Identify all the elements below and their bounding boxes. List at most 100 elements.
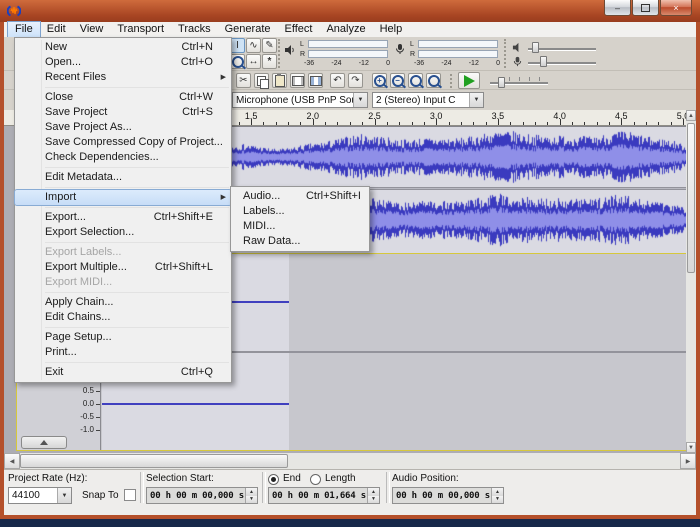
menubar-item-effect[interactable]: Effect xyxy=(278,22,320,37)
trim-audio-button[interactable] xyxy=(290,73,305,88)
submenu-arrow-icon: ▶ xyxy=(221,70,226,85)
redo-button[interactable]: ↷ xyxy=(348,73,363,88)
zoom-out-button[interactable]: − xyxy=(390,73,405,88)
ruler-tick xyxy=(461,122,462,125)
selection-end-timebox[interactable]: 00 h 00 m 01,664 s ▲▼ xyxy=(268,487,380,504)
snap-to-checkbox[interactable] xyxy=(124,489,136,501)
close-button[interactable]: × xyxy=(660,0,692,16)
audio-position-timebox[interactable]: 00 h 00 m 00,000 s ▲▼ xyxy=(392,487,504,504)
time-spinner[interactable]: ▲▼ xyxy=(367,488,379,503)
vertical-scrollbar[interactable]: ▲ ▼ xyxy=(686,110,696,453)
file-menu-item-recent-files[interactable]: Recent Files▶ xyxy=(15,70,231,85)
scroll-down-button[interactable]: ▼ xyxy=(686,442,696,453)
file-menu-item-page-setup[interactable]: Page Setup... xyxy=(15,330,231,345)
paste-button[interactable] xyxy=(272,73,287,88)
menubar-item-transport[interactable]: Transport xyxy=(110,22,171,37)
file-menu-item-export-selection[interactable]: Export Selection... xyxy=(15,225,231,240)
undo-button[interactable]: ↶ xyxy=(330,73,345,88)
import-menu-item-audio[interactable]: Audio...Ctrl+Shift+I xyxy=(231,189,369,204)
playback-speed-slider-thumb[interactable] xyxy=(498,77,505,88)
zoom-tool-button[interactable] xyxy=(230,54,245,69)
selection-end-time: 00 h 00 m 01,664 s xyxy=(269,488,367,503)
file-menu-item-open[interactable]: Open...Ctrl+O xyxy=(15,55,231,70)
zoom-in-button[interactable]: + xyxy=(372,73,387,88)
copy-button[interactable] xyxy=(254,73,269,88)
menubar-item-edit[interactable]: Edit xyxy=(40,22,73,37)
menubar-item-file[interactable]: File xyxy=(8,22,40,37)
multi-tool-button[interactable]: * xyxy=(262,54,277,69)
scroll-left-button[interactable]: ◀ xyxy=(4,453,20,469)
recording-meter-left-bar[interactable] xyxy=(418,40,498,48)
file-menu-item-print[interactable]: Print... xyxy=(15,345,231,360)
fit-project-button[interactable] xyxy=(426,73,441,88)
menubar-item-view[interactable]: View xyxy=(73,22,111,37)
scroll-up-button[interactable]: ▲ xyxy=(686,110,696,121)
end-radio[interactable] xyxy=(268,474,279,485)
draw-tool-button[interactable]: ✎ xyxy=(262,38,277,53)
file-menu-item-edit-metadata[interactable]: Edit Metadata... xyxy=(15,170,231,185)
selection-tool-button[interactable]: I xyxy=(230,38,245,53)
recording-meter-right-bar[interactable] xyxy=(418,50,498,58)
menubar-item-tracks[interactable]: Tracks xyxy=(171,22,218,37)
file-menu-item-apply-chain[interactable]: Apply Chain... xyxy=(15,295,231,310)
track-collapse-button[interactable] xyxy=(21,436,67,449)
import-menu-item-midi[interactable]: MIDI... xyxy=(231,219,369,234)
input-channels-dropdown[interactable]: 2 (Stereo) Input C ▼ xyxy=(372,92,484,108)
menu-item-shortcut: Ctrl+O xyxy=(171,55,213,70)
transcription-toolbar-grip[interactable] xyxy=(450,74,455,88)
fit-selection-button[interactable] xyxy=(408,73,423,88)
menu-item-label: MIDI... xyxy=(243,219,361,234)
minimize-button[interactable]: – xyxy=(604,0,631,16)
play-at-speed-button[interactable] xyxy=(458,72,480,89)
vertical-scroll-thumb[interactable] xyxy=(687,123,695,273)
length-radio[interactable] xyxy=(310,474,321,485)
meter-toolbar-grip[interactable] xyxy=(278,39,283,68)
file-menu-item-export[interactable]: Export...Ctrl+Shift+E xyxy=(15,210,231,225)
copy-icon xyxy=(257,76,266,86)
scroll-right-button[interactable]: ▶ xyxy=(680,453,696,469)
ruler-tick xyxy=(387,122,388,125)
output-volume-slider-thumb[interactable] xyxy=(532,42,539,53)
menubar-item-help[interactable]: Help xyxy=(373,22,410,37)
file-menu-item-export-midi[interactable]: Export MIDI... xyxy=(15,275,231,290)
menu-item-label: Close xyxy=(45,90,169,105)
file-menu-item-import[interactable]: Import▶ xyxy=(15,190,231,205)
file-menu-item-save-compressed-copy-of-project[interactable]: Save Compressed Copy of Project... xyxy=(15,135,231,150)
file-menu-item-check-dependencies[interactable]: Check Dependencies... xyxy=(15,150,231,165)
end-radio-label[interactable]: End xyxy=(283,473,301,484)
time-spinner[interactable]: ▲▼ xyxy=(491,488,503,503)
file-menu-item-edit-chains[interactable]: Edit Chains... xyxy=(15,310,231,325)
menubar-item-analyze[interactable]: Analyze xyxy=(319,22,372,37)
playback-meter-left-bar[interactable] xyxy=(308,40,388,48)
file-menu-item-exit[interactable]: ExitCtrl+Q xyxy=(15,365,231,380)
timeshift-tool-button[interactable]: ↔ xyxy=(246,54,261,69)
silence-audio-button[interactable] xyxy=(308,73,323,88)
file-menu-item-export-multiple[interactable]: Export Multiple...Ctrl+Shift+L xyxy=(15,260,231,275)
menu-item-label: Labels... xyxy=(243,204,361,219)
file-menu-item-save-project-as[interactable]: Save Project As... xyxy=(15,120,231,135)
playback-meter-right-bar[interactable] xyxy=(308,50,388,58)
cut-icon: ✂ xyxy=(239,75,247,86)
mixer-toolbar-grip[interactable] xyxy=(504,39,509,68)
input-volume-slider[interactable] xyxy=(528,62,596,65)
horizontal-scroll-thumb[interactable] xyxy=(20,454,288,468)
input-device-dropdown[interactable]: Microphone (USB PnP Sound D ▼ xyxy=(232,92,368,108)
project-rate-dropdown[interactable]: 44100 ▼ xyxy=(8,487,72,504)
envelope-tool-button[interactable]: ∿ xyxy=(246,38,261,53)
horizontal-scrollbar[interactable]: ◀ ▶ xyxy=(4,453,696,469)
maximize-button[interactable] xyxy=(632,0,659,16)
selection-start-timebox[interactable]: 00 h 00 m 00,000 s ▲▼ xyxy=(146,487,258,504)
cut-button[interactable]: ✂ xyxy=(236,73,251,88)
menubar-item-generate[interactable]: Generate xyxy=(218,22,278,37)
title-bar[interactable]: – × xyxy=(0,0,700,22)
time-spinner[interactable]: ▲▼ xyxy=(245,488,257,503)
input-volume-slider-thumb[interactable] xyxy=(540,56,547,67)
file-menu-item-export-labels[interactable]: Export Labels... xyxy=(15,245,231,260)
file-menu-item-save-project[interactable]: Save ProjectCtrl+S xyxy=(15,105,231,120)
ruler-tick xyxy=(300,122,301,125)
length-radio-label[interactable]: Length xyxy=(325,473,356,484)
import-menu-item-raw-data[interactable]: Raw Data... xyxy=(231,234,369,249)
file-menu-item-close[interactable]: CloseCtrl+W xyxy=(15,90,231,105)
import-menu-item-labels[interactable]: Labels... xyxy=(231,204,369,219)
file-menu-item-new[interactable]: NewCtrl+N xyxy=(15,40,231,55)
